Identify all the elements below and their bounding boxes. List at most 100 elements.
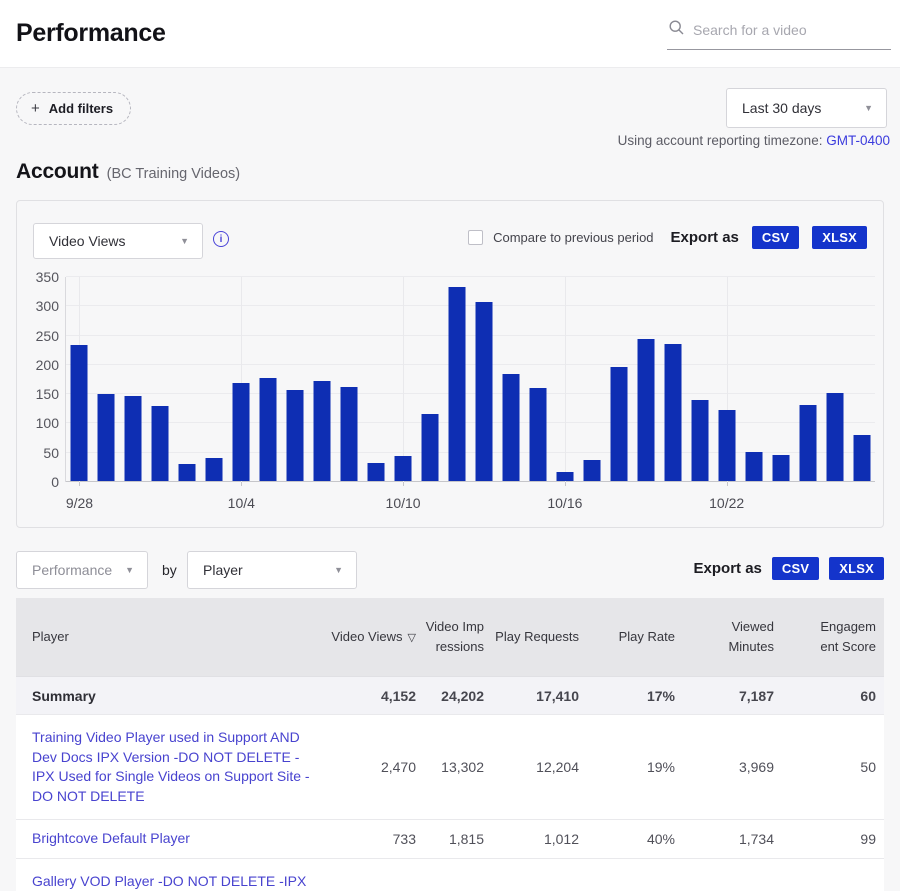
chart-bar[interactable] bbox=[745, 452, 762, 481]
summary-value: 4,152 bbox=[330, 688, 424, 704]
x-tick-label: 9/28 bbox=[66, 495, 93, 511]
metric-value-cell: 13,302 bbox=[424, 759, 492, 775]
info-icon[interactable]: i bbox=[213, 231, 229, 247]
chart-bar[interactable] bbox=[287, 390, 304, 481]
chart-bar[interactable] bbox=[368, 463, 385, 481]
dimension-value: Performance bbox=[32, 562, 112, 578]
date-range-select[interactable]: Last 30 days ▼ bbox=[726, 88, 887, 128]
chart-bar[interactable] bbox=[314, 381, 331, 481]
metric-value: Video Views bbox=[49, 233, 126, 249]
y-tick-label: 200 bbox=[36, 357, 59, 373]
chart-bar[interactable] bbox=[718, 410, 735, 481]
x-axis-tick bbox=[403, 482, 404, 486]
table-export-csv-button[interactable]: CSV bbox=[772, 557, 819, 580]
column-header: Player bbox=[16, 627, 330, 647]
chart-bar[interactable] bbox=[98, 394, 115, 481]
chart-bar[interactable] bbox=[583, 460, 600, 481]
table-summary-row: Summary4,15224,20217,41017%7,18760 bbox=[16, 676, 884, 714]
sort-descending-icon[interactable]: ▽ bbox=[404, 632, 416, 644]
table-export-xlsx-button[interactable]: XLSX bbox=[829, 557, 884, 580]
compare-toggle[interactable]: Compare to previous period bbox=[468, 230, 653, 245]
column-header[interactable]: Play Requests bbox=[492, 627, 587, 647]
chart-bar[interactable] bbox=[71, 345, 88, 481]
export-csv-button[interactable]: CSV bbox=[752, 226, 799, 249]
chart-bar[interactable] bbox=[341, 387, 358, 481]
plus-icon: + bbox=[31, 101, 40, 116]
video-search[interactable] bbox=[667, 18, 891, 50]
x-tick-label: 10/22 bbox=[709, 495, 744, 511]
chart-bar[interactable] bbox=[799, 405, 816, 481]
chart-bar[interactable] bbox=[260, 378, 277, 481]
chart-bar[interactable] bbox=[502, 374, 519, 481]
compare-checkbox[interactable] bbox=[468, 230, 483, 245]
account-title: Account bbox=[16, 160, 99, 184]
chart-bar[interactable] bbox=[853, 435, 870, 481]
y-tick-label: 300 bbox=[36, 298, 59, 314]
table-row: Gallery VOD Player -DO NOT DELETE -IPX U… bbox=[16, 858, 884, 891]
compare-label: Compare to previous period bbox=[493, 230, 653, 245]
metric-value-cell: 1,815 bbox=[424, 831, 492, 847]
table-row: Training Video Player used in Support AN… bbox=[16, 714, 884, 819]
x-tick-label: 10/16 bbox=[547, 495, 582, 511]
column-header[interactable]: Engagement Score bbox=[782, 617, 884, 657]
dimension-select[interactable]: Performance ▼ bbox=[16, 551, 148, 589]
metric-value-cell: 40% bbox=[587, 831, 683, 847]
player-link[interactable]: Gallery VOD Player -DO NOT DELETE -IPX U… bbox=[32, 859, 330, 891]
column-header[interactable]: Play Rate bbox=[587, 627, 683, 647]
timezone-link[interactable]: GMT-0400 bbox=[826, 133, 890, 148]
chart-bar[interactable] bbox=[449, 287, 466, 481]
player-link[interactable]: Training Video Player used in Support AN… bbox=[32, 715, 330, 819]
by-label: by bbox=[162, 562, 177, 578]
export-xlsx-button[interactable]: XLSX bbox=[812, 226, 867, 249]
chart-bar[interactable] bbox=[826, 393, 843, 481]
metric-select[interactable]: Video Views ▼ bbox=[33, 223, 203, 259]
summary-value: 24,202 bbox=[424, 688, 492, 704]
export-as-label: Export as bbox=[694, 560, 762, 577]
chart-bar[interactable] bbox=[610, 367, 627, 481]
x-gridline bbox=[565, 277, 566, 482]
chart-bar[interactable] bbox=[691, 400, 708, 481]
chart-panel: Video Views ▼ i Compare to previous peri… bbox=[16, 200, 884, 528]
add-filters-label: Add filters bbox=[49, 101, 113, 116]
chart-bar[interactable] bbox=[125, 396, 142, 482]
secondary-dimension-select[interactable]: Player ▼ bbox=[187, 551, 357, 589]
timezone-note: Using account reporting timezone: GMT-04… bbox=[618, 133, 890, 148]
x-axis-tick bbox=[727, 482, 728, 486]
chart-bar[interactable] bbox=[206, 458, 223, 481]
summary-value: 17% bbox=[587, 688, 683, 704]
player-link[interactable]: Brightcove Default Player bbox=[32, 820, 330, 858]
chart-bar[interactable] bbox=[475, 302, 492, 481]
chart-bar[interactable] bbox=[637, 339, 654, 481]
column-header-label: Engagement Score bbox=[820, 619, 876, 654]
column-header[interactable]: Video Impressions bbox=[424, 617, 492, 657]
chart-bar[interactable] bbox=[556, 472, 573, 481]
chart-bar[interactable] bbox=[422, 414, 439, 481]
metric-value-cell: 1,734 bbox=[683, 831, 782, 847]
chart-bar[interactable] bbox=[233, 383, 250, 481]
column-header[interactable]: Viewed Minutes bbox=[683, 617, 782, 657]
account-subtitle: (BC Training Videos) bbox=[107, 166, 241, 182]
column-header[interactable]: Video Views ▽ bbox=[330, 627, 424, 647]
y-tick-label: 150 bbox=[36, 386, 59, 402]
chart-bar[interactable] bbox=[529, 388, 546, 481]
metric-value-cell: 1,012 bbox=[492, 831, 587, 847]
y-gridline bbox=[66, 305, 875, 306]
chart-bar[interactable] bbox=[152, 406, 169, 481]
chart-bar[interactable] bbox=[664, 344, 681, 481]
y-gridline bbox=[66, 335, 875, 336]
chart-bar[interactable] bbox=[395, 456, 412, 481]
table-header-row: PlayerVideo Views ▽Video ImpressionsPlay… bbox=[16, 598, 884, 676]
chart-bar[interactable] bbox=[772, 455, 789, 481]
chevron-down-icon: ▼ bbox=[864, 103, 873, 113]
y-gridline bbox=[66, 481, 875, 482]
metric-value-cell: 3,969 bbox=[683, 759, 782, 775]
add-filters-button[interactable]: + Add filters bbox=[16, 92, 131, 125]
search-input[interactable] bbox=[693, 22, 889, 38]
chart-bar[interactable] bbox=[179, 464, 196, 481]
chart-plot: 9/2810/410/1010/1610/22 bbox=[65, 277, 875, 482]
x-tick-label: 10/4 bbox=[228, 495, 255, 511]
secondary-dimension-value: Player bbox=[203, 562, 243, 578]
bar-chart: 050100150200250300350 9/2810/410/1010/16… bbox=[31, 269, 875, 527]
metric-value-cell: 12,204 bbox=[492, 759, 587, 775]
x-axis-tick bbox=[79, 482, 80, 486]
